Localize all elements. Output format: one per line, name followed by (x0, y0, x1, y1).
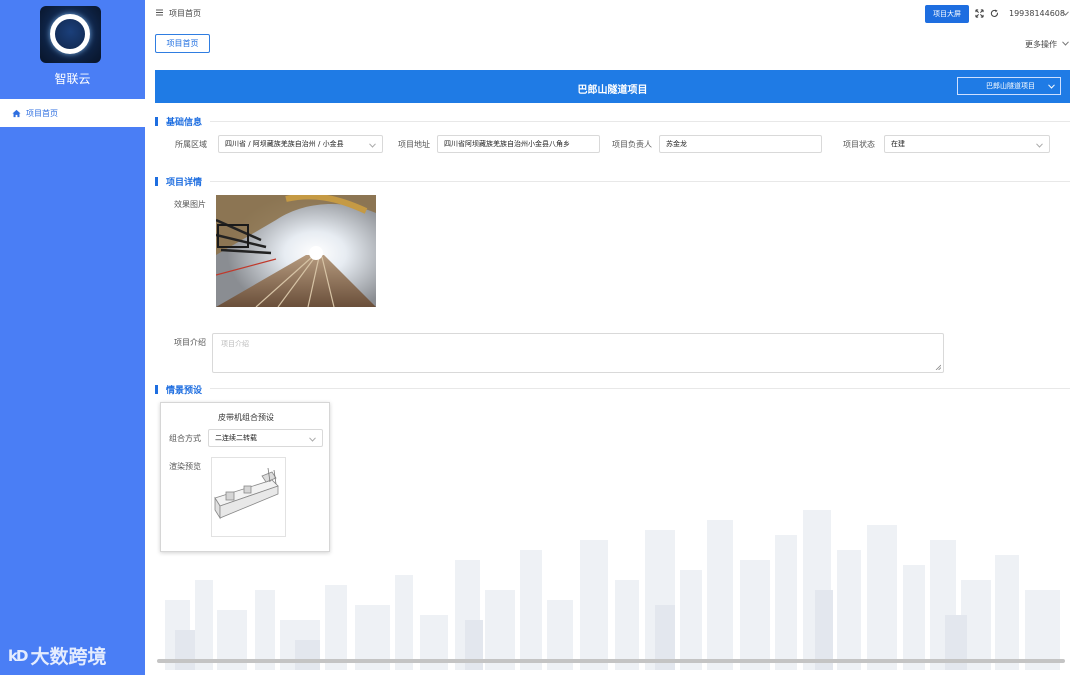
main-content: 巴郎山隧道项目 巴郎山隧道项目 基础信息 所属区域 四川省 / 阿坝藏族羌族自治… (155, 70, 1070, 670)
preview-label: 渲染预览 (169, 462, 201, 471)
chevron-down-icon (1036, 143, 1043, 148)
resize-handle-icon[interactable] (935, 364, 941, 370)
section-project-details: 项目详情 (155, 175, 202, 188)
chevron-down-icon (309, 437, 316, 442)
address-label: 项目地址 (398, 140, 430, 149)
region-cascader[interactable]: 四川省 / 阿坝藏族羌族自治州 / 小金县 (218, 135, 383, 153)
watermark-text: 大数跨境 (30, 646, 107, 668)
top-bar: 项目首页 项目大屏 19938144608 (145, 0, 1080, 28)
watermark-logo: kD (8, 646, 28, 665)
owner-label: 项目负责人 (612, 140, 652, 149)
horizontal-scrollbar[interactable] (157, 659, 1065, 663)
chevron-down-icon (1048, 84, 1055, 89)
app-logo (40, 6, 101, 63)
project-selector[interactable]: 巴郎山隧道项目 (957, 77, 1061, 95)
watermark: kD 大数跨境 (8, 642, 106, 669)
app-name: 智联云 (54, 72, 91, 86)
username[interactable]: 19938144608 (1009, 9, 1065, 18)
combo-value: 二连续二转载 (215, 434, 257, 442)
project-header-band: 巴郎山隧道项目 巴郎山隧道项目 (155, 70, 1070, 103)
address-value: 四川省阿坝藏族羌族自治州小金县八角乡 (444, 140, 570, 148)
tab-project-home[interactable]: 项目首页 (155, 34, 210, 53)
section-title-basic-info: 基础信息 (166, 118, 203, 128)
refresh-icon[interactable] (990, 9, 999, 18)
sidebar-item-project-home[interactable]: 项目首页 (0, 99, 145, 127)
project-big-screen-button[interactable]: 项目大屏 (925, 5, 969, 23)
home-icon (12, 109, 21, 117)
chevron-down-icon[interactable] (1062, 41, 1069, 46)
combo-select[interactable]: 二连续二转载 (208, 429, 323, 447)
chevron-down-icon[interactable] (1062, 11, 1069, 16)
sidebar: 智联云 项目首页 kD 大数跨境 (0, 0, 145, 675)
more-actions[interactable]: 更多操作 (1025, 39, 1057, 50)
chevron-down-icon (369, 143, 376, 148)
logo-ring-icon (50, 14, 90, 54)
section-title-scene-presets: 情景预设 (166, 386, 203, 396)
project-title: 巴郎山隧道项目 (577, 85, 648, 96)
belt-combination-card: 皮带机组合预设 组合方式 二连续二转载 渲染预览 (160, 402, 330, 552)
breadcrumb: 项目首页 (169, 9, 201, 18)
card-title: 皮带机组合预设 (218, 413, 274, 422)
section-title-project-details: 项目详情 (166, 178, 203, 188)
project-selector-value: 巴郎山隧道项目 (986, 82, 1035, 90)
owner-input[interactable]: 苏金龙 (659, 135, 822, 153)
conveyor-render-image (214, 467, 279, 520)
address-input[interactable]: 四川省阿坝藏族羌族自治州小金县八角乡 (437, 135, 600, 153)
section-basic-info: 基础信息 (155, 115, 202, 128)
owner-value: 苏金龙 (666, 140, 687, 148)
render-preview[interactable] (211, 457, 286, 537)
fullscreen-icon[interactable] (975, 9, 984, 18)
sidebar-item-label: 项目首页 (26, 108, 58, 118)
status-select[interactable]: 在建 (884, 135, 1050, 153)
region-label: 所属区域 (175, 140, 207, 149)
project-effect-image[interactable] (216, 195, 376, 307)
section-scene-presets: 情景预设 (155, 383, 202, 396)
project-intro-textarea[interactable]: 项目介绍 (212, 333, 944, 373)
status-label: 项目状态 (843, 140, 875, 149)
combo-label: 组合方式 (169, 434, 201, 443)
menu-icon[interactable] (156, 9, 163, 16)
intro-label: 项目介绍 (174, 338, 206, 347)
region-value: 四川省 / 阿坝藏族羌族自治州 / 小金县 (225, 140, 344, 148)
intro-placeholder: 项目介绍 (221, 340, 249, 348)
effect-image-label: 效果图片 (174, 200, 206, 209)
status-value: 在建 (891, 140, 905, 148)
